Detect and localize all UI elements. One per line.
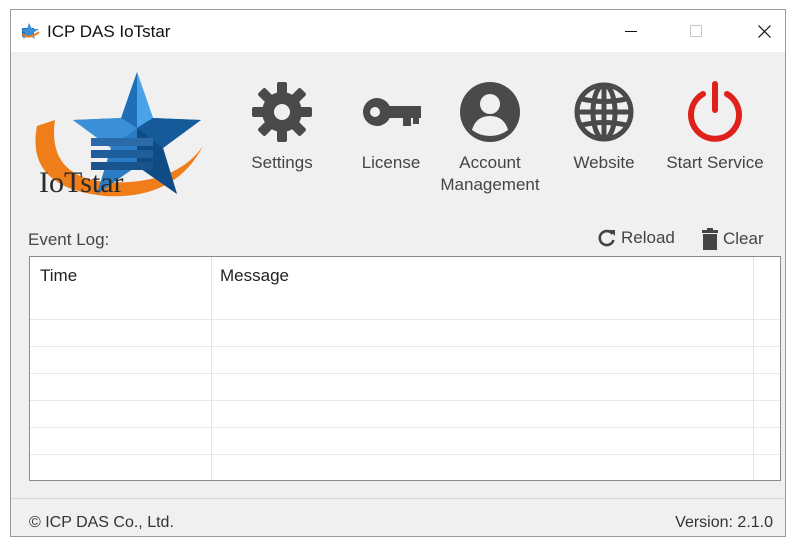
event-log-table[interactable]: Time Message — [29, 256, 781, 481]
clear-button[interactable]: Clear — [701, 228, 764, 250]
user-icon — [460, 82, 520, 142]
globe-icon — [574, 82, 634, 142]
reload-icon — [598, 229, 615, 247]
close-button[interactable] — [739, 10, 787, 52]
minimize-button[interactable] — [606, 10, 656, 52]
account-label-line2: Management — [440, 175, 540, 194]
version-text: Version: 2.1.0 — [675, 514, 773, 531]
column-header-message[interactable]: Message — [220, 266, 289, 286]
row-line — [30, 400, 780, 401]
title-bar[interactable]: ICP DAS IoTstar — [11, 10, 785, 52]
minimize-icon — [625, 31, 637, 32]
maximize-button[interactable] — [671, 10, 721, 52]
website-label: Website — [573, 153, 635, 172]
status-bar-divider — [11, 498, 785, 499]
table-header: Time Message — [30, 257, 780, 293]
reload-label: Reload — [621, 228, 675, 247]
column-header-time[interactable]: Time — [40, 266, 77, 286]
column-divider — [753, 257, 754, 480]
start-service-button[interactable]: Start Service — [655, 80, 775, 174]
trash-icon — [702, 228, 718, 250]
license-label: License — [361, 153, 421, 172]
gear-icon — [252, 82, 312, 142]
account-label-line1: Account — [459, 153, 521, 172]
iotstar-logo: IoTstar — [25, 68, 205, 208]
row-line — [30, 454, 780, 455]
account-management-button[interactable]: Account Management — [435, 80, 545, 196]
settings-label: Settings — [251, 153, 313, 172]
app-logo-icon — [21, 23, 40, 39]
key-icon — [363, 98, 421, 126]
row-line — [30, 346, 780, 347]
row-line — [30, 373, 780, 374]
maximize-icon — [690, 25, 702, 37]
website-button[interactable]: Website — [554, 80, 654, 174]
clear-label: Clear — [723, 229, 764, 248]
logo-text: IoTstar — [39, 166, 124, 199]
settings-button[interactable]: Settings — [232, 80, 332, 174]
reload-button[interactable]: Reload — [597, 228, 675, 248]
copyright-text: © ICP DAS Co., Ltd. — [29, 514, 174, 531]
window-title: ICP DAS IoTstar — [47, 22, 171, 41]
license-button[interactable]: License — [341, 80, 441, 174]
power-icon — [688, 81, 742, 142]
row-line — [30, 427, 780, 428]
row-line — [30, 319, 780, 320]
event-log-label: Event Log: — [28, 230, 110, 249]
app-window: ICP DAS IoTstar IoTstar Settings License… — [10, 9, 786, 537]
start-service-label: Start Service — [666, 153, 764, 172]
close-icon — [757, 24, 771, 38]
column-divider — [211, 257, 212, 480]
